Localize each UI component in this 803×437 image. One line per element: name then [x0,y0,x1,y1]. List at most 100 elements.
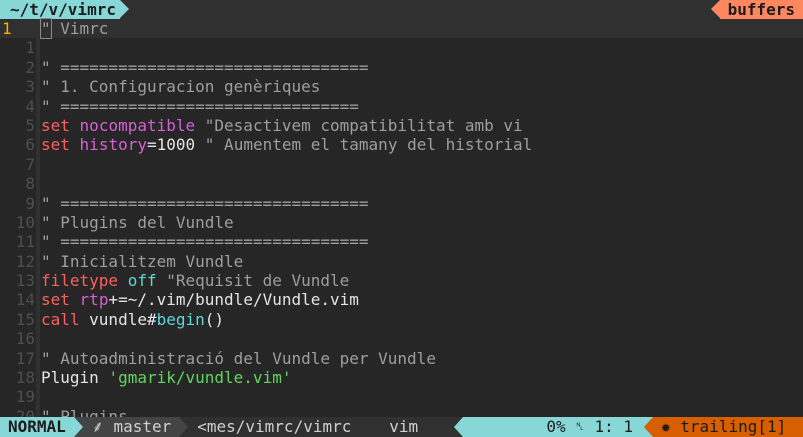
sign-column [36,309,40,330]
token: set [41,115,70,135]
code-line[interactable]: 18 Plugin 'gmarik/vundle.vim' [0,368,803,388]
line-text: " 1. Configuracion genèriques [41,77,320,96]
line-number: 11 [15,232,35,252]
token: "Desactivem compatibilitat amb vi [195,115,523,135]
line-text: set history=1000 " Aumentem el tamany de… [41,135,532,154]
sign-column [36,212,40,233]
token: set [41,290,70,310]
line-number: 1 [25,38,35,58]
code-line[interactable]: 14 set rtp+=~/.vim/bundle/Vundle.vim [0,290,803,310]
git-branch: ⸙ master [73,417,189,437]
cursor-position: 0% ␤ 1: 1 [454,417,653,437]
token: " Aumentem el tamany del historial [195,135,533,155]
code-line[interactable]: 12 " Inicialitzem Vundle [0,251,803,272]
trailing-warning[interactable]: ✹ trailing[1] [644,417,803,437]
sign-column [36,77,40,97]
line-text: set rtp+=~/.vim/bundle/Vundle.vim [41,290,359,309]
line-text: " Plugins del Vundle [41,213,234,232]
mode-indicator: NORMAL [0,417,83,437]
code-line[interactable]: 16 [0,329,803,349]
code-line[interactable]: 17 " Autoadministració del Vundle per Vun… [0,348,803,369]
sign-column [36,115,40,136]
line-number: 7 [25,154,35,174]
token: " [40,18,52,39]
code-line[interactable]: 11 " ================================ [0,232,803,252]
token: Vimrc [50,19,109,38]
line-number: 1 [2,19,12,38]
percent: 0% [546,417,566,436]
token: rtp [79,290,109,310]
sign-column [36,348,40,369]
filetype: vim [389,417,419,436]
token: " =============================== [41,96,359,116]
sign-column [36,368,40,388]
token: " Autoadministració del Vundle per Vundl… [41,348,436,368]
sign-column [36,38,40,58]
sign-column [36,232,40,252]
code-line[interactable]: 15 call vundle#begin() [0,309,803,330]
token: "Requisit de Vundle [156,271,350,291]
git-branch-icon: ⸙ [91,417,114,436]
token: =1000 [146,135,196,155]
sign-column [36,174,40,194]
token: Plugin [41,368,109,388]
code-line[interactable]: 8 [0,174,803,194]
code-line[interactable]: 5 set nocompatible "Desactivem compatibil… [0,115,803,136]
line-number: 15 [15,309,35,329]
line-number: 8 [25,174,35,194]
line-text: " ================================ [41,232,369,251]
sign-column [36,135,40,155]
line-number: 18 [15,368,35,388]
code-line[interactable]: 13 filetype off "Requisit de Vundle [0,271,803,291]
code-line[interactable]: 6 set history=1000 " Aumentem el tamany d… [0,135,803,155]
warning-text: trailing[1] [680,417,787,436]
line-number: 9 [25,193,35,213]
warning-icon: ✹ [661,417,671,436]
line-number: 6 [25,135,35,155]
token: () [204,309,225,329]
statusline: NORMAL ⸙ master <mes/vimrc/vimrc vim 0% … [0,417,803,437]
sign-column [36,193,40,213]
token: 'gmarik/vundle.vim' [108,368,292,388]
line-text: " =============================== [41,97,359,116]
file-tab[interactable]: ~/t/v/vimrc [0,0,129,19]
line-text: " Vimrc [40,18,109,39]
code-line[interactable]: 9 " ================================ [0,193,803,213]
token: nocompatible [79,115,196,135]
sign-column [36,290,40,310]
sign-column [36,96,40,116]
token: " ================================ [41,232,369,252]
line-text: call vundle#begin() [41,310,224,329]
token: " 1. Configuracion genèriques [41,77,321,97]
sign-column [36,154,40,175]
sign-column [36,57,40,78]
line-text: " Autoadministració del Vundle per Vundl… [41,349,436,368]
line-number: 14 [15,290,35,310]
code-line[interactable]: 10 " Plugins del Vundle [0,212,803,233]
code-line[interactable]: 1 [0,38,803,58]
line-number: 12 [15,251,35,271]
editor-buffer[interactable]: 1 " Vimrc 1 2 " ============================… [0,18,803,427]
cursor-line[interactable]: 1 " Vimrc [0,18,803,39]
code-line[interactable]: 2 " ================================ [0,57,803,78]
token: " Plugins del Vundle [41,212,234,232]
token: +=~/.vim/bundle/Vundle.vim [108,290,359,310]
code-line[interactable]: 7 [0,154,803,175]
code-line[interactable]: 4 " =============================== [0,96,803,116]
line-text: set nocompatible "Desactivem compatibili… [41,116,523,135]
line-number: 19 [15,387,35,407]
line-col: 1: 1 [594,417,633,436]
code-line[interactable]: 19 [0,387,803,407]
tabline: ~/t/v/vimrc buffers [0,0,803,19]
token: off [127,271,157,291]
line-text: " Inicialitzem Vundle [41,252,243,271]
token: history [79,135,147,155]
code-line[interactable]: 3 " 1. Configuracion genèriques [0,77,803,97]
buffers-indicator[interactable]: buffers [710,0,803,19]
line-text: " ================================ [41,194,369,213]
line-number: 4 [25,96,35,116]
token: set [41,135,70,155]
